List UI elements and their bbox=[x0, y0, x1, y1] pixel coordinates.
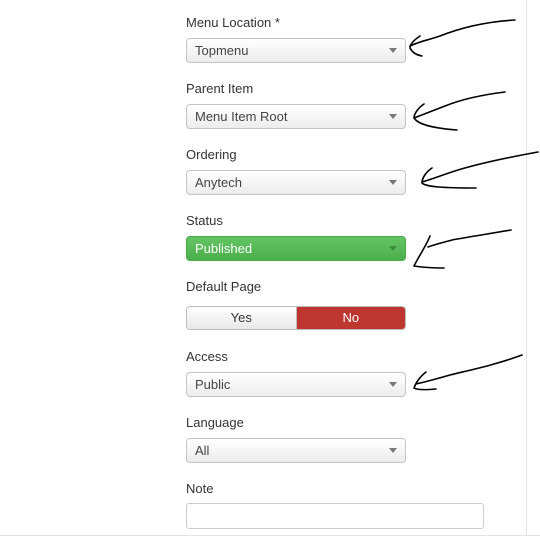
panel-right-border bbox=[526, 0, 527, 536]
status-select[interactable]: Published bbox=[186, 236, 406, 261]
hand-drawn-arrow-icon bbox=[413, 91, 506, 131]
menu-location-value: Topmenu bbox=[195, 43, 249, 58]
hand-drawn-arrow-icon bbox=[413, 354, 523, 391]
ordering-select[interactable]: Anytech bbox=[186, 170, 406, 195]
caret-down-icon bbox=[389, 448, 397, 453]
access-select[interactable]: Public bbox=[186, 372, 406, 397]
caret-down-icon bbox=[389, 48, 397, 53]
access-value: Public bbox=[195, 377, 231, 392]
default-page-no-button[interactable]: No bbox=[296, 307, 405, 329]
menu-location-select[interactable]: Topmenu bbox=[186, 38, 406, 63]
default-page-yes-button[interactable]: Yes bbox=[187, 307, 297, 329]
parent-item-select[interactable]: Menu Item Root bbox=[186, 104, 406, 129]
parent-item-label: Parent Item bbox=[186, 81, 254, 96]
caret-down-icon bbox=[389, 114, 397, 119]
default-page-label: Default Page bbox=[186, 279, 262, 294]
caret-down-icon bbox=[389, 382, 397, 387]
hand-drawn-arrow-icon bbox=[421, 151, 539, 189]
note-label: Note bbox=[186, 481, 214, 496]
ordering-label: Ordering bbox=[186, 147, 237, 162]
hand-drawn-arrow-icon bbox=[413, 229, 512, 269]
menu-location-label: Menu Location * bbox=[186, 15, 280, 30]
status-value: Published bbox=[195, 241, 253, 256]
panel-bottom-border bbox=[0, 535, 540, 536]
access-label: Access bbox=[186, 349, 228, 364]
language-select[interactable]: All bbox=[186, 438, 406, 463]
default-page-toggle: Yes No bbox=[186, 306, 406, 330]
status-label: Status bbox=[186, 213, 223, 228]
parent-item-value: Menu Item Root bbox=[195, 109, 288, 124]
ordering-value: Anytech bbox=[195, 175, 242, 190]
caret-down-icon bbox=[389, 246, 397, 251]
language-label: Language bbox=[186, 415, 244, 430]
note-input[interactable] bbox=[186, 503, 484, 529]
language-value: All bbox=[195, 443, 210, 458]
caret-down-icon bbox=[389, 180, 397, 185]
hand-drawn-arrow-icon bbox=[409, 19, 516, 57]
